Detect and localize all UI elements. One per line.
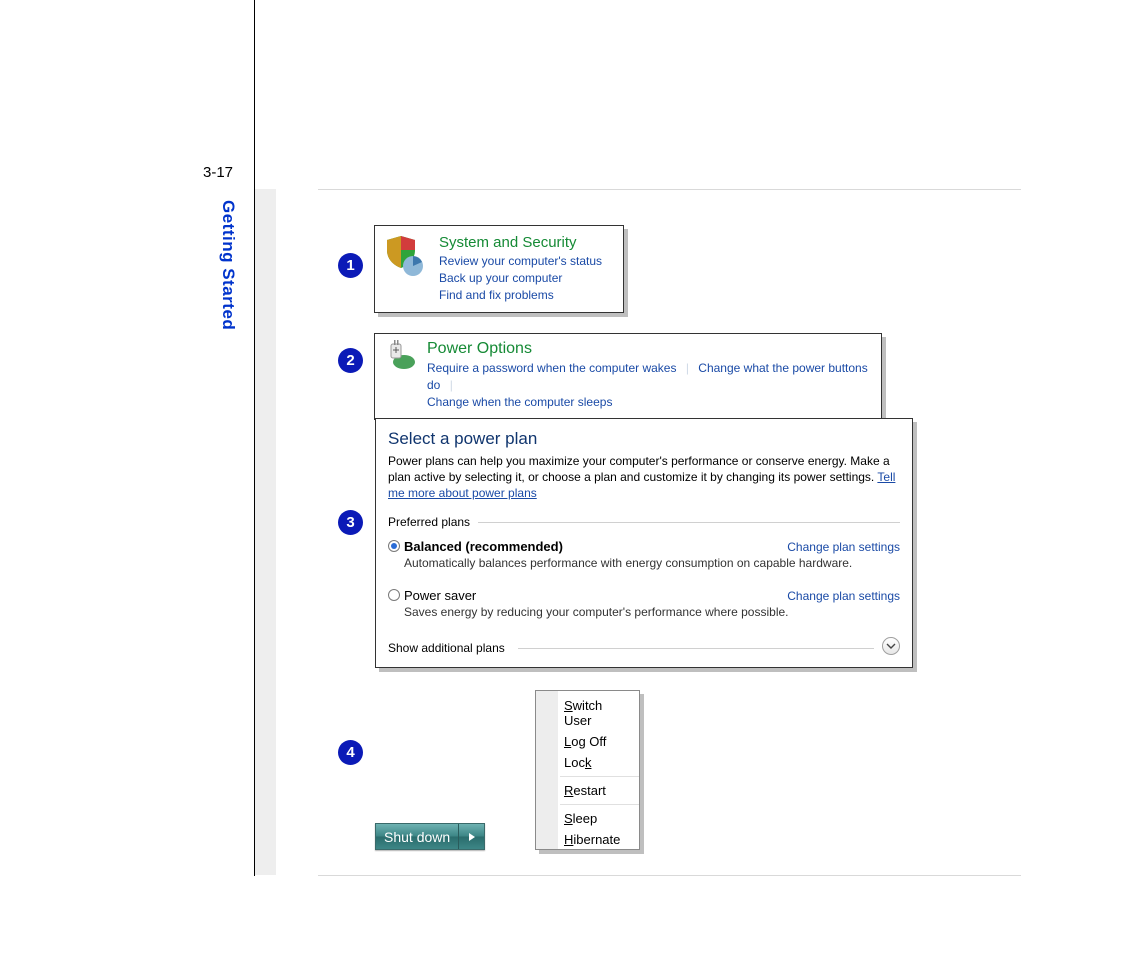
section-label: Getting Started <box>218 200 238 330</box>
link-review-status[interactable]: Review your computer's status <box>439 253 602 270</box>
plan-description: Saves energy by reducing your computer's… <box>404 605 900 619</box>
separator: | <box>450 378 453 392</box>
shield-icon <box>385 234 429 278</box>
panel-title[interactable]: System and Security <box>439 234 602 251</box>
link-backup[interactable]: Back up your computer <box>439 270 602 287</box>
radio-balanced[interactable] <box>388 540 400 552</box>
link-require-password[interactable]: Require a password when the computer wak… <box>427 361 676 375</box>
menu-log-off[interactable]: Log Off <box>536 731 639 752</box>
plan-description: Automatically balances performance with … <box>404 556 900 570</box>
description: Power plans can help you maximize your c… <box>388 453 900 501</box>
link-find-fix[interactable]: Find and fix problems <box>439 287 602 304</box>
shutdown-button[interactable]: Shut down <box>376 824 458 849</box>
callout-3: 3 <box>338 510 363 535</box>
menu-hibernate[interactable]: Hibernate <box>536 829 639 850</box>
menu-lock[interactable]: Lock <box>536 752 639 773</box>
shutdown-menu-arrow[interactable] <box>458 824 484 849</box>
menu-separator <box>560 776 639 777</box>
panel-shutdown-menu: Shut down Switch User Log Off Lock Resta… <box>375 690 640 850</box>
chevron-down-icon[interactable] <box>882 637 900 655</box>
menu-switch-user[interactable]: Switch User <box>536 695 639 731</box>
rule-top <box>318 189 1021 190</box>
menu-restart[interactable]: Restart <box>536 780 639 801</box>
margin-shade <box>255 189 276 875</box>
radio-power-saver[interactable] <box>388 589 400 601</box>
heading: Select a power plan <box>388 429 900 449</box>
rule-bottom <box>318 875 1021 876</box>
panel-title[interactable]: Power Options <box>427 340 871 358</box>
link-change-settings[interactable]: Change plan settings <box>787 589 900 603</box>
separator: | <box>686 361 689 375</box>
plan-power-saver[interactable]: Power saver Change plan settings Saves e… <box>388 588 900 619</box>
group-preferred-plans: Preferred plans <box>388 515 900 529</box>
panel-select-power-plan: Select a power plan Power plans can help… <box>375 418 913 668</box>
menu-sleep[interactable]: Sleep <box>536 808 639 829</box>
show-additional-plans[interactable]: Show additional plans <box>388 641 900 655</box>
page-number: 3-17 <box>203 164 233 181</box>
panel-system-and-security: System and Security Review your computer… <box>374 225 624 313</box>
link-change-settings[interactable]: Change plan settings <box>787 540 900 554</box>
plan-name: Power saver <box>404 588 476 603</box>
link-sleep[interactable]: Change when the computer sleeps <box>427 395 612 409</box>
power-options-icon <box>385 340 417 372</box>
panel-power-options: Power Options Require a password when th… <box>374 333 882 420</box>
callout-2: 2 <box>338 348 363 373</box>
callout-4: 4 <box>338 740 363 765</box>
shutdown-menu: Switch User Log Off Lock Restart Sleep H… <box>535 690 640 850</box>
callout-1: 1 <box>338 253 363 278</box>
plan-balanced[interactable]: Balanced (recommended) Change plan setti… <box>388 539 900 570</box>
menu-separator <box>560 804 639 805</box>
shutdown-button-area: Shut down <box>375 690 535 850</box>
plan-name: Balanced (recommended) <box>404 539 563 554</box>
